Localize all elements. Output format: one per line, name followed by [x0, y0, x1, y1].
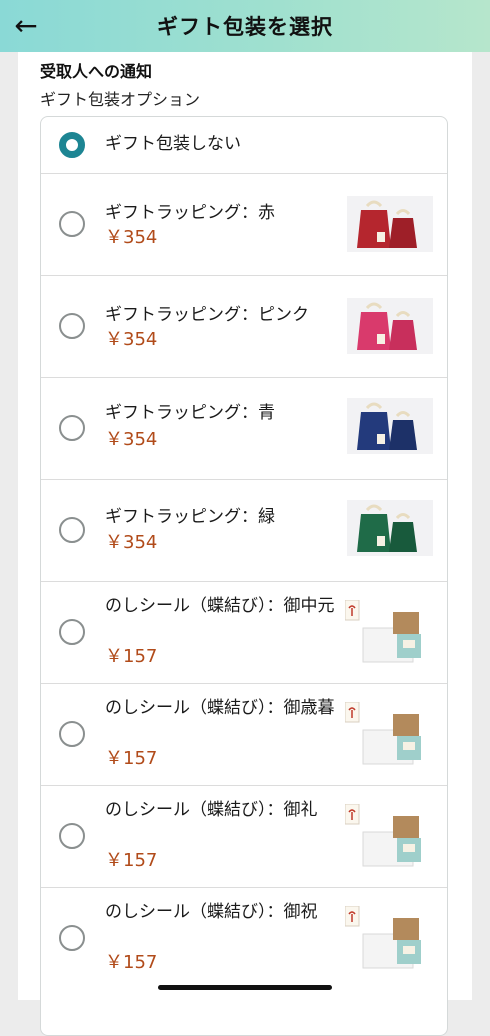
noshi-sticker-box-image [345, 906, 421, 969]
section-subtitle: ギフト包装オプション [40, 90, 201, 109]
option-label: ギフトラッピング：赤 [105, 203, 275, 223]
option-label: ギフト包装しない [105, 134, 241, 154]
option-label: ギフトラッピング：緑 [105, 507, 275, 527]
radio-icon[interactable] [59, 619, 85, 645]
red-gift-bags-image [347, 196, 433, 252]
noshi-sticker-box-image [345, 804, 421, 867]
green-gift-bags-image [347, 500, 433, 556]
option-noshi-oseibo[interactable]: のしシール（蝶結び）：御歳暮 ￥157 [41, 683, 447, 785]
section-title: 受取人への通知 [40, 62, 153, 81]
option-noshi-ochugen[interactable]: のしシール（蝶結び）：御中元 ￥157 [41, 581, 447, 683]
radio-icon[interactable] [59, 721, 85, 747]
radio-icon[interactable] [59, 517, 85, 543]
noshi-sticker-box-image [345, 702, 421, 765]
gift-options-list: ギフト包装しない ギフトラッピング：赤 ￥354 ギフトラッピング：ピンク ￥3… [40, 116, 448, 1036]
option-price: ￥354 [105, 227, 158, 248]
blue-gift-bags-image [347, 398, 433, 454]
option-wrapping-green[interactable]: ギフトラッピング：緑 ￥354 [41, 479, 447, 581]
radio-icon[interactable] [59, 313, 85, 339]
option-wrapping-red[interactable]: ギフトラッピング：赤 ￥354 [41, 173, 447, 275]
option-price: ￥157 [105, 748, 158, 769]
home-indicator [158, 985, 332, 990]
radio-icon[interactable] [59, 823, 85, 849]
page-title: ギフト包装を選択 [157, 15, 333, 39]
radio-icon[interactable] [59, 415, 85, 441]
option-price: ￥157 [105, 952, 158, 973]
option-price: ￥354 [105, 532, 158, 553]
option-price: ￥354 [105, 429, 158, 450]
noshi-sticker-box-image [345, 600, 421, 663]
option-wrapping-blue[interactable]: ギフトラッピング：青 ￥354 [41, 377, 447, 479]
option-noshi-orei[interactable]: のしシール（蝶結び）：御礼 ￥157 [41, 785, 447, 887]
header-bar: ← ギフト包装を選択 [0, 0, 490, 52]
option-wrapping-pink[interactable]: ギフトラッピング：ピンク ￥354 [41, 275, 447, 377]
radio-selected-icon[interactable] [59, 132, 85, 158]
option-price: ￥157 [105, 850, 158, 871]
radio-icon[interactable] [59, 211, 85, 237]
option-label: のしシール（蝶結び）：御中元 [105, 596, 335, 616]
option-label: のしシール（蝶結び）：御歳暮 [105, 698, 335, 718]
option-label: ギフトラッピング：ピンク [105, 305, 309, 325]
radio-icon[interactable] [59, 925, 85, 951]
pink-gift-bags-image [347, 298, 433, 354]
option-label: のしシール（蝶結び）：御礼 [105, 800, 318, 820]
option-label: のしシール（蝶結び）：御祝 [105, 902, 318, 922]
option-noshi-oiwai[interactable]: のしシール（蝶結び）：御祝 ￥157 [41, 887, 447, 989]
option-price: ￥157 [105, 646, 158, 667]
option-price: ￥354 [105, 329, 158, 350]
back-arrow-icon[interactable]: ← [10, 8, 42, 44]
option-no-gift-wrap[interactable]: ギフト包装しない [41, 117, 447, 173]
option-label: ギフトラッピング：青 [105, 403, 275, 423]
gift-wrap-panel: 受取人への通知 ギフト包装オプション ギフト包装しない ギフトラッピング：赤 ￥… [18, 52, 472, 1036]
